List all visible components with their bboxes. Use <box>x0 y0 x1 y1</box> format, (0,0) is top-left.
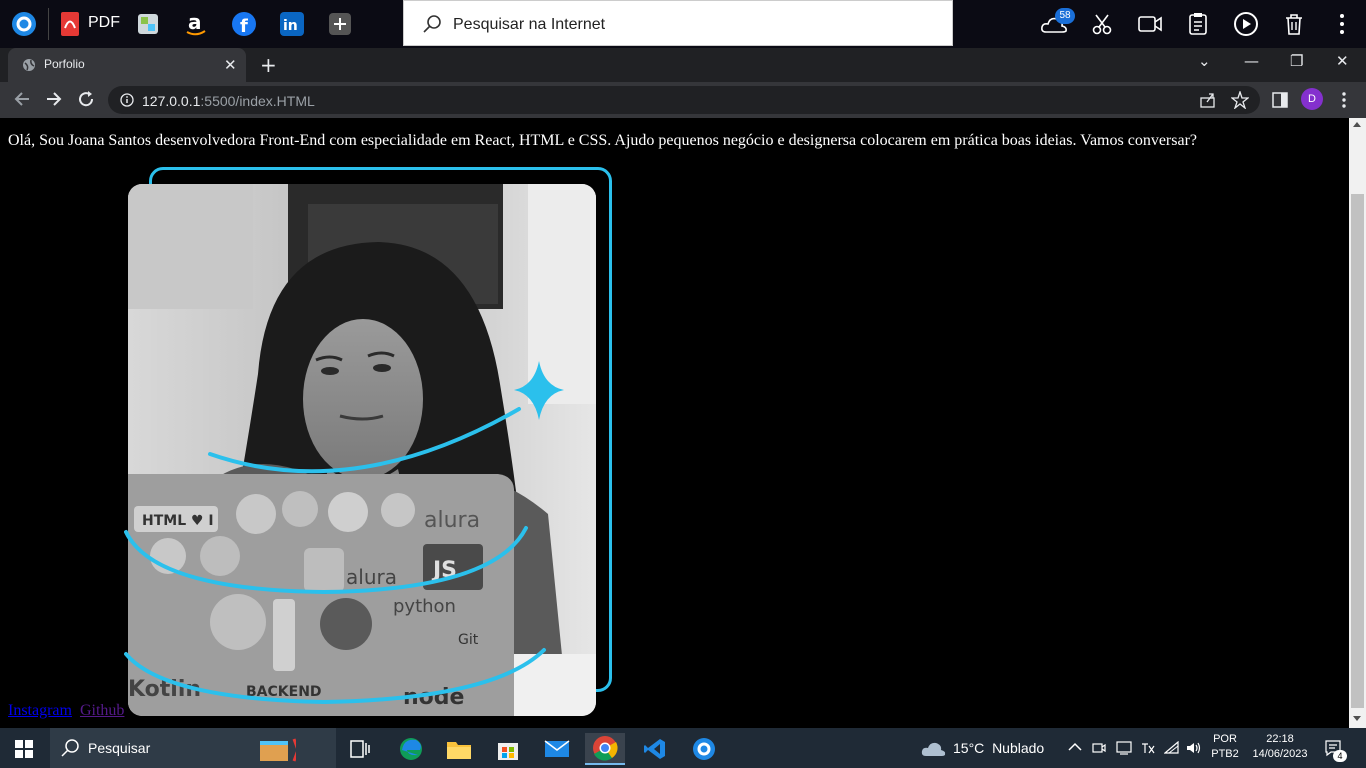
language-indicator[interactable]: POR PTB2 <box>1208 733 1242 760</box>
pdf-label[interactable]: PDF <box>88 14 120 32</box>
more-vert-icon[interactable] <box>1326 8 1358 40</box>
accent-decoration <box>124 361 564 705</box>
store-icon[interactable] <box>488 733 528 765</box>
forward-icon[interactable] <box>44 89 64 109</box>
clipboard-icon[interactable] <box>1182 8 1214 40</box>
vscode-icon[interactable] <box>635 733 675 765</box>
taskbar-search-icon <box>61 739 79 757</box>
launcher-taskbar-icon[interactable] <box>684 733 724 765</box>
weather-temp: 15°C <box>953 740 985 756</box>
new-tab-icon[interactable]: + <box>260 53 277 77</box>
svg-text:a: a <box>188 11 202 34</box>
stationery-icon[interactable] <box>256 733 296 765</box>
svg-text:in: in <box>283 18 298 34</box>
taskbar-search-label: Pesquisar <box>88 740 151 756</box>
weather-widget[interactable]: 15°C Nublado <box>920 739 1044 760</box>
clock-date: 14/06/2023 <box>1252 748 1308 760</box>
globe-icon <box>23 59 35 71</box>
tab-search-icon[interactable]: ⌄ <box>1198 52 1211 70</box>
close-window-icon[interactable]: ✕ <box>1336 52 1349 70</box>
side-panel-icon[interactable] <box>1272 92 1288 108</box>
instagram-link[interactable]: Instagram <box>8 702 72 719</box>
url-host: 127.0.0.1 <box>142 93 201 109</box>
video-icon[interactable] <box>1134 8 1166 40</box>
mail-icon[interactable] <box>537 733 577 765</box>
page-viewport: Olá, Sou Joana Santos desenvolvedora Fro… <box>0 118 1349 728</box>
clock[interactable]: 22:18 14/06/2023 <box>1246 733 1314 760</box>
url-text: 127.0.0.1:5500/index.HTML <box>142 93 315 109</box>
scroll-thumb[interactable] <box>1351 194 1364 708</box>
minimize-icon[interactable]: — <box>1244 52 1259 70</box>
tray-chevron-up-icon[interactable] <box>1068 742 1082 752</box>
weather-desc: Nublado <box>992 740 1045 756</box>
share-icon[interactable] <box>1200 92 1216 108</box>
intro-paragraph: Olá, Sou Joana Santos desenvolvedora Fro… <box>8 132 1197 149</box>
tab-title: Porfolio <box>44 57 85 71</box>
edge-icon[interactable] <box>391 733 431 765</box>
amazon-icon[interactable]: a <box>180 8 212 40</box>
pdf-icon[interactable] <box>54 8 86 40</box>
file-explorer-icon[interactable] <box>439 733 479 765</box>
tray-ime-icon[interactable] <box>1140 741 1156 755</box>
vertical-scrollbar[interactable] <box>1349 118 1366 728</box>
trash-icon[interactable] <box>1278 8 1310 40</box>
scissors-icon[interactable] <box>1086 8 1118 40</box>
chrome-taskbar-icon[interactable] <box>585 733 625 765</box>
restore-icon[interactable]: ❐ <box>1290 52 1303 70</box>
hero-image-block: HTML ♥ I alura JS alura python Kotlin no… <box>124 164 618 720</box>
profile-avatar[interactable]: D <box>1301 88 1323 110</box>
clock-time: 22:18 <box>1266 733 1294 745</box>
github-link[interactable]: Github <box>80 702 124 719</box>
back-icon[interactable] <box>12 89 32 109</box>
reload-icon[interactable] <box>76 89 96 109</box>
scroll-down-arrow[interactable] <box>1353 716 1361 721</box>
facebook-icon[interactable]: f <box>228 8 260 40</box>
notification-badge: 4 <box>1333 750 1347 762</box>
task-view-icon[interactable] <box>340 733 380 765</box>
add-app-icon[interactable] <box>324 8 356 40</box>
language-code: POR <box>1213 733 1237 745</box>
gallery-icon[interactable] <box>132 8 164 40</box>
keyboard-layout: PTB2 <box>1211 748 1239 760</box>
windows-start-icon[interactable] <box>15 740 33 758</box>
tab-close-icon[interactable]: ✕ <box>224 56 237 74</box>
volume-icon[interactable] <box>1186 741 1202 755</box>
info-icon[interactable] <box>120 93 134 107</box>
tab-portfolio[interactable]: Porfolio ✕ <box>8 48 246 82</box>
launcher-icon[interactable] <box>8 8 40 40</box>
internet-search-bar[interactable]: Pesquisar na Internet <box>403 0 953 46</box>
play-icon[interactable] <box>1230 8 1262 40</box>
social-links: Instagram Github <box>8 702 124 720</box>
wifi-icon[interactable] <box>1164 741 1180 755</box>
url-path: :5500/index.HTML <box>200 93 315 109</box>
address-bar[interactable]: 127.0.0.1:5500/index.HTML <box>108 86 1260 114</box>
svg-text:f: f <box>240 16 248 37</box>
bookmark-star-icon[interactable] <box>1231 91 1249 109</box>
scroll-up-arrow[interactable] <box>1353 122 1361 127</box>
tray-monitor-icon[interactable] <box>1116 741 1132 755</box>
divider <box>48 8 49 40</box>
search-icon <box>423 15 441 33</box>
linkedin-icon[interactable]: in <box>276 8 308 40</box>
tray-camera-icon[interactable] <box>1092 741 1106 755</box>
search-placeholder: Pesquisar na Internet <box>453 16 606 33</box>
cloud-badge: 58 <box>1055 8 1075 24</box>
browser-menu-icon[interactable] <box>1340 91 1348 109</box>
cloudy-weather-icon <box>921 742 946 756</box>
